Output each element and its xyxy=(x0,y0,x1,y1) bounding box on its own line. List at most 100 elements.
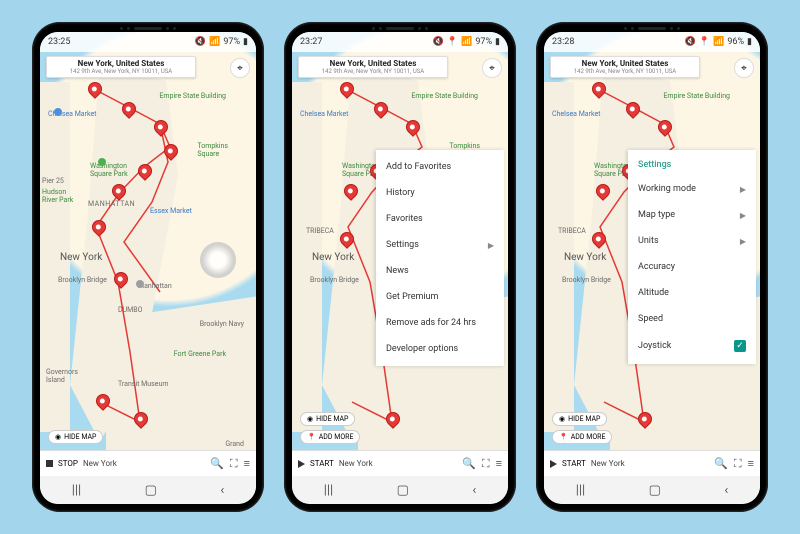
menu-add-favorites[interactable]: Add to Favorites xyxy=(376,154,504,180)
search-title: New York, United States xyxy=(555,59,695,68)
mute-icon: 🔇 xyxy=(195,37,206,47)
hide-map-chip[interactable]: ◉ HIDE MAP xyxy=(48,430,103,444)
action-label[interactable]: STOP xyxy=(58,459,78,468)
menu-units[interactable]: Units▶ xyxy=(628,228,756,254)
recent-button[interactable]: ||| xyxy=(324,483,334,498)
bottom-bar: START New York 🔍 ⛶ ≡ xyxy=(544,450,760,476)
add-more-chip[interactable]: 📍 ADD MORE xyxy=(552,430,612,444)
home-button[interactable]: ▢ xyxy=(397,483,409,498)
location-search-box[interactable]: New York, United States 142 9th Ave, New… xyxy=(550,56,700,78)
menu-working-mode[interactable]: Working mode▶ xyxy=(628,176,756,202)
map-label: MANHATTAN xyxy=(88,200,135,208)
back-button[interactable]: ‹ xyxy=(220,483,224,498)
chevron-right-icon: ▶ xyxy=(740,185,746,194)
menu-joystick[interactable]: Joystick✓ xyxy=(628,332,756,360)
poi-icon xyxy=(98,158,106,166)
home-button[interactable]: ▢ xyxy=(649,483,661,498)
map-label: Empire State Building xyxy=(411,92,478,100)
compass-button[interactable]: ⌖ xyxy=(734,58,754,78)
wifi-icon: 📶 xyxy=(461,37,472,47)
joystick-control[interactable] xyxy=(200,242,236,278)
destination[interactable]: New York xyxy=(339,459,457,468)
hide-map-chip[interactable]: ◉ HIDE MAP xyxy=(552,412,607,426)
map-label: Fort Greene Park xyxy=(174,350,226,358)
poi-icon xyxy=(54,108,62,116)
menu-speed[interactable]: Speed xyxy=(628,306,756,332)
battery-icon: ▮ xyxy=(243,37,248,47)
action-label[interactable]: START xyxy=(310,459,334,468)
map-label: New York xyxy=(312,252,354,263)
destination[interactable]: New York xyxy=(83,459,205,468)
search-icon[interactable]: 🔍 xyxy=(714,457,728,470)
search-title: New York, United States xyxy=(303,59,443,68)
map-label: TRIBECA xyxy=(558,227,586,235)
bottom-bar: STOP New York 🔍 ⛶ ≡ xyxy=(40,450,256,476)
map-label: Governors Island xyxy=(46,368,78,384)
map-label: Pier 25 xyxy=(42,177,64,185)
nav-bar: ||| ▢ ‹ xyxy=(544,476,760,504)
layers-icon[interactable]: ⛶ xyxy=(734,457,742,471)
battery-icon: ▮ xyxy=(747,37,752,47)
map-label: Essex Market xyxy=(150,207,192,215)
pin-icon: 📍 xyxy=(307,433,316,441)
battery-icon: ▮ xyxy=(495,37,500,47)
search-icon[interactable]: 🔍 xyxy=(210,457,224,470)
map-label: Brooklyn Navy xyxy=(200,320,244,328)
destination[interactable]: New York xyxy=(591,459,709,468)
eye-icon: ◉ xyxy=(559,415,565,423)
compass-button[interactable]: ⌖ xyxy=(482,58,502,78)
play-icon[interactable] xyxy=(298,460,305,468)
menu-developer[interactable]: Developer options xyxy=(376,336,504,362)
checkbox-checked-icon[interactable]: ✓ xyxy=(734,340,746,352)
back-button[interactable]: ‹ xyxy=(472,483,476,498)
overflow-menu: Add to Favorites History Favorites Setti… xyxy=(376,150,504,366)
home-button[interactable]: ▢ xyxy=(145,483,157,498)
status-bar: 23:28 🔇 📍 📶 96% ▮ xyxy=(544,32,760,52)
menu-remove-ads[interactable]: Remove ads for 24 hrs xyxy=(376,310,504,336)
location-search-box[interactable]: New York, United States 142 9th Ave, New… xyxy=(46,56,196,78)
status-bar: 23:25 🔇 📶 97% ▮ xyxy=(40,32,256,52)
map-view[interactable]: Empire State Building Chelsea Market Was… xyxy=(40,32,256,476)
phone-frame-1: 23:25 🔇 📶 97% ▮ Empire State Building Ch… xyxy=(32,22,264,512)
hide-map-chip[interactable]: ◉ HIDE MAP xyxy=(300,412,355,426)
location-search-box[interactable]: New York, United States 142 9th Ave, New… xyxy=(298,56,448,78)
menu-news[interactable]: News xyxy=(376,258,504,284)
menu-altitude[interactable]: Altitude xyxy=(628,280,756,306)
menu-icon[interactable]: ≡ xyxy=(244,457,250,470)
menu-icon[interactable]: ≡ xyxy=(496,457,502,470)
map-label: Transit Museum xyxy=(118,380,168,388)
menu-accuracy[interactable]: Accuracy xyxy=(628,254,756,280)
menu-settings[interactable]: Settings▶ xyxy=(376,232,504,258)
menu-premium[interactable]: Get Premium xyxy=(376,284,504,310)
menu-icon[interactable]: ≡ xyxy=(748,457,754,470)
map-label: New York xyxy=(60,252,102,263)
map-label: New York xyxy=(564,252,606,263)
action-label[interactable]: START xyxy=(562,459,586,468)
search-icon[interactable]: 🔍 xyxy=(462,457,476,470)
menu-title: Settings xyxy=(628,154,756,176)
search-sub: 142 9th Ave, New York, NY 10011, USA xyxy=(303,68,443,75)
play-icon[interactable] xyxy=(550,460,557,468)
screen: 23:28 🔇 📍 📶 96% ▮ MIDTOWN Empire State B… xyxy=(544,32,760,504)
map-label: Brooklyn Bridge xyxy=(310,276,359,284)
eye-icon: ◉ xyxy=(55,433,61,441)
back-button[interactable]: ‹ xyxy=(724,483,728,498)
map-label: Chelsea Market xyxy=(300,110,348,118)
map-label: Empire State Building xyxy=(663,92,730,100)
pin-icon: 📍 xyxy=(559,433,568,441)
map-label: Brooklyn Bridge xyxy=(562,276,611,284)
menu-history[interactable]: History xyxy=(376,180,504,206)
map-label: Grand xyxy=(225,440,244,448)
add-more-chip[interactable]: 📍 ADD MORE xyxy=(300,430,360,444)
search-sub: 142 9th Ave, New York, NY 10011, USA xyxy=(51,68,191,75)
recent-button[interactable]: ||| xyxy=(72,483,82,498)
battery-pct: 96% xyxy=(727,37,744,47)
recent-button[interactable]: ||| xyxy=(576,483,586,498)
compass-button[interactable]: ⌖ xyxy=(230,58,250,78)
status-time: 23:28 xyxy=(552,37,574,47)
layers-icon[interactable]: ⛶ xyxy=(482,457,490,471)
menu-map-type[interactable]: Map type▶ xyxy=(628,202,756,228)
menu-favorites[interactable]: Favorites xyxy=(376,206,504,232)
stop-icon[interactable] xyxy=(46,460,53,467)
layers-icon[interactable]: ⛶ xyxy=(230,457,238,471)
